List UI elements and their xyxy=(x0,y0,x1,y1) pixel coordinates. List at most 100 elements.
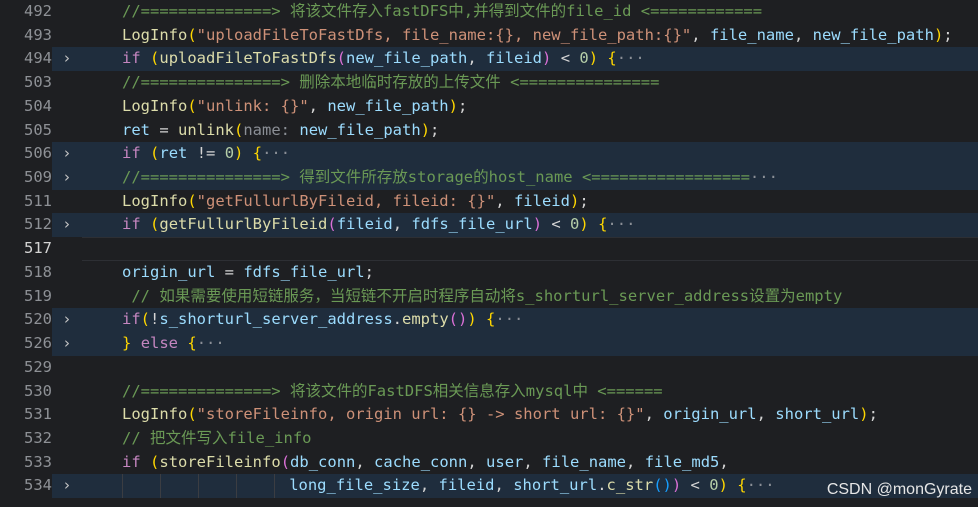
code-token: fileid xyxy=(513,191,570,210)
code-line[interactable]: 503 //===============> 删除本地临时存放的上传文件 <===… xyxy=(0,71,978,95)
fold-gutter xyxy=(52,0,82,24)
code-token: file_name xyxy=(542,452,627,471)
code-content[interactable]: LogInfo("getFullurlByFileid, fileid: {}"… xyxy=(82,190,978,214)
fold-gutter xyxy=(52,119,82,143)
code-content[interactable]: LogInfo("unlink: {}", new_file_path); xyxy=(82,95,978,119)
code-line[interactable]: 530 //==============> 将该文件的FastDFS相关信息存入m… xyxy=(0,380,978,404)
code-content[interactable]: if (storeFileinfo(db_conn, cache_conn, u… xyxy=(82,451,978,475)
fold-toggle[interactable]: › xyxy=(52,474,82,499)
fold-toggle[interactable]: › xyxy=(52,332,82,356)
code-line[interactable]: 506 › if (ret != 0) {··· xyxy=(0,142,978,167)
code-line[interactable]: 494 › if (uploadFileToFastDfs(new_file_pat… xyxy=(0,47,978,72)
code-line[interactable]: 532 // 把文件写入file_info xyxy=(0,427,978,451)
code-token: , xyxy=(308,96,328,115)
code-content[interactable]: if (uploadFileToFastDfs(new_file_path, f… xyxy=(82,47,978,72)
code-content[interactable]: //==============> 将该文件存入fastDFS中,并得到文件的f… xyxy=(82,0,978,24)
chevron-right-icon[interactable]: › xyxy=(64,213,70,237)
code-token: uploadFileToFastDfs xyxy=(159,49,337,68)
line-number: 530 xyxy=(24,381,52,400)
indent-guide xyxy=(160,474,161,499)
code-content[interactable] xyxy=(82,237,978,261)
code-token: empty xyxy=(402,310,449,329)
chevron-right-icon[interactable]: › xyxy=(64,47,70,71)
line-number: 526 xyxy=(0,332,52,356)
code-line[interactable]: 526 › } else {··· xyxy=(0,332,978,356)
code-line[interactable]: 504 LogInfo("unlink: {}", new_file_path); xyxy=(0,95,978,119)
code-content[interactable]: // 如果需要使用短链服务，当短链不开启时程序自动将s_shorturl_ser… xyxy=(82,285,978,309)
line-number: 504 xyxy=(24,96,52,115)
code-content[interactable]: // 把文件写入file_info xyxy=(82,427,978,451)
code-content[interactable]: if (ret != 0) {··· xyxy=(82,142,978,167)
code-token: LogInfo xyxy=(122,405,188,424)
fold-toggle[interactable]: › xyxy=(52,213,82,238)
code-token: //==============> 将该文件的FastDFS相关信息存入mysq… xyxy=(122,381,663,400)
code-token: ··· xyxy=(749,168,778,187)
code-token: if xyxy=(122,49,141,68)
code-token: ) xyxy=(420,120,431,139)
code-line[interactable]: 493 LogInfo("uploadFileToFastDfs, file_na… xyxy=(0,24,978,48)
code-line[interactable]: 505 ret = unlink(name: new_file_path); xyxy=(0,119,978,143)
code-token: ; xyxy=(430,120,440,139)
code-token: ( xyxy=(187,191,197,210)
code-line[interactable]: 533 if (storeFileinfo(db_conn, cache_conn… xyxy=(0,451,978,475)
code-content[interactable] xyxy=(82,356,978,380)
code-content[interactable]: ret = unlink(name: new_file_path); xyxy=(82,119,978,143)
code-content[interactable]: //===============> 得到文件所存放storage的host_n… xyxy=(82,166,978,190)
code-token: < xyxy=(681,476,710,495)
code-token: ) xyxy=(467,310,477,329)
code-line[interactable]: 509 › //===============> 得到文件所存放storage的ho… xyxy=(0,166,978,190)
code-token: ) xyxy=(671,476,682,495)
code-line[interactable]: 518 origin_url = fdfs_file_url; xyxy=(0,261,978,285)
code-token: name: xyxy=(243,120,291,139)
chevron-right-icon[interactable]: › xyxy=(64,166,70,190)
code-line[interactable]: 517 xyxy=(0,237,978,261)
chevron-right-icon[interactable]: › xyxy=(64,474,70,498)
code-token: fileid xyxy=(438,476,495,495)
fold-toggle[interactable]: › xyxy=(52,47,82,72)
fold-toggle[interactable]: › xyxy=(52,166,82,190)
code-token: { xyxy=(607,49,617,68)
code-content[interactable]: LogInfo("storeFileinfo, origin url: {} -… xyxy=(82,403,978,427)
code-token: // 把文件写入file_info xyxy=(122,428,312,447)
code-line[interactable]: 519 // 如果需要使用短链服务，当短链不开启时程序自动将s_shorturl… xyxy=(0,285,978,309)
fold-gutter xyxy=(52,261,82,285)
code-content[interactable]: //==============> 将该文件的FastDFS相关信息存入mysq… xyxy=(82,380,978,404)
code-line[interactable]: 529 xyxy=(0,356,978,380)
code-content[interactable]: LogInfo("uploadFileToFastDfs, file_name:… xyxy=(82,24,978,48)
fold-gutter xyxy=(52,380,82,404)
code-token: if xyxy=(122,452,141,471)
chevron-right-icon[interactable]: › xyxy=(64,332,70,356)
fold-toggle[interactable]: › xyxy=(52,142,82,167)
code-line[interactable]: 511 LogInfo("getFullurlByFileid, fileid: … xyxy=(0,190,978,214)
code-token: db_conn xyxy=(290,452,356,471)
code-content[interactable]: origin_url = fdfs_file_url; xyxy=(82,261,978,285)
code-content[interactable]: if (getFullurlByFileid(fileid, fdfs_file… xyxy=(82,213,978,238)
chevron-right-icon[interactable]: › xyxy=(64,142,70,166)
code-token: cache_conn xyxy=(374,452,468,471)
code-editor[interactable]: 492 //==============> 将该文件存入fastDFS中,并得到文… xyxy=(0,0,978,507)
code-token: fileid xyxy=(336,215,393,234)
fold-toggle[interactable]: › xyxy=(52,308,82,333)
code-line[interactable]: 520 › if(!s_shorturl_server_address.empty(… xyxy=(0,308,978,333)
code-token: unlink xyxy=(178,120,234,139)
code-token: fdfs_file_url xyxy=(243,262,365,281)
code-token: < xyxy=(551,49,580,68)
code-content[interactable]: //===============> 删除本地临时存放的上传文件 <======… xyxy=(82,71,978,95)
code-token: ) xyxy=(588,49,599,68)
chevron-right-icon[interactable]: › xyxy=(64,308,70,332)
code-token: fdfs_file_url xyxy=(411,215,533,234)
code-content[interactable]: } else {··· xyxy=(82,332,978,356)
code-line[interactable]: 531 LogInfo("storeFileinfo, origin url: {… xyxy=(0,403,978,427)
code-token: new_file_path xyxy=(299,120,421,139)
code-token: , xyxy=(494,476,514,495)
code-token: ) xyxy=(859,405,869,424)
line-number: 531 xyxy=(24,405,52,424)
code-line[interactable]: 492 //==============> 将该文件存入fastDFS中,并得到文… xyxy=(0,0,978,24)
code-content[interactable]: if(!s_shorturl_server_address.empty()) {… xyxy=(82,308,978,333)
code-token: // 如果需要使用短链服务，当短链不开启时程序自动将s_shorturl_ser… xyxy=(131,286,843,305)
code-line[interactable]: 512 › if (getFullurlByFileid(fileid, fdfs_… xyxy=(0,213,978,238)
line-number: 503 xyxy=(24,73,52,92)
